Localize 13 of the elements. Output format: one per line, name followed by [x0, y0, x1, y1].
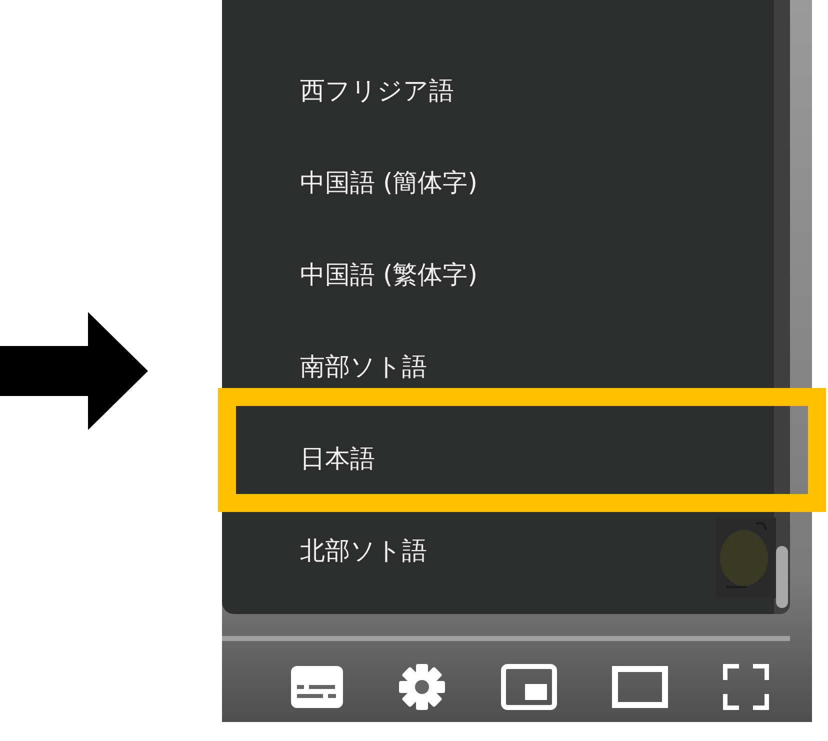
menu-item[interactable]: 北部ソト語	[222, 504, 774, 596]
theater-icon[interactable]	[612, 666, 668, 708]
menu-item[interactable]: 中国語 (簡体字)	[222, 136, 774, 228]
settings-icon[interactable]	[398, 664, 446, 710]
miniplayer-icon[interactable]	[500, 664, 557, 710]
subtitles-icon[interactable]	[291, 666, 344, 708]
menu-item[interactable]: 西フリジア語	[222, 44, 774, 136]
arrow-icon	[0, 312, 148, 430]
scrollbar[interactable]	[774, 0, 790, 614]
menu-item[interactable]: 日本語	[222, 412, 774, 504]
menu-item[interactable]: 南部ソト語	[222, 320, 774, 412]
menu-item[interactable]: 中国語 (繁体字)	[222, 228, 774, 320]
fullscreen-icon[interactable]	[722, 664, 769, 710]
